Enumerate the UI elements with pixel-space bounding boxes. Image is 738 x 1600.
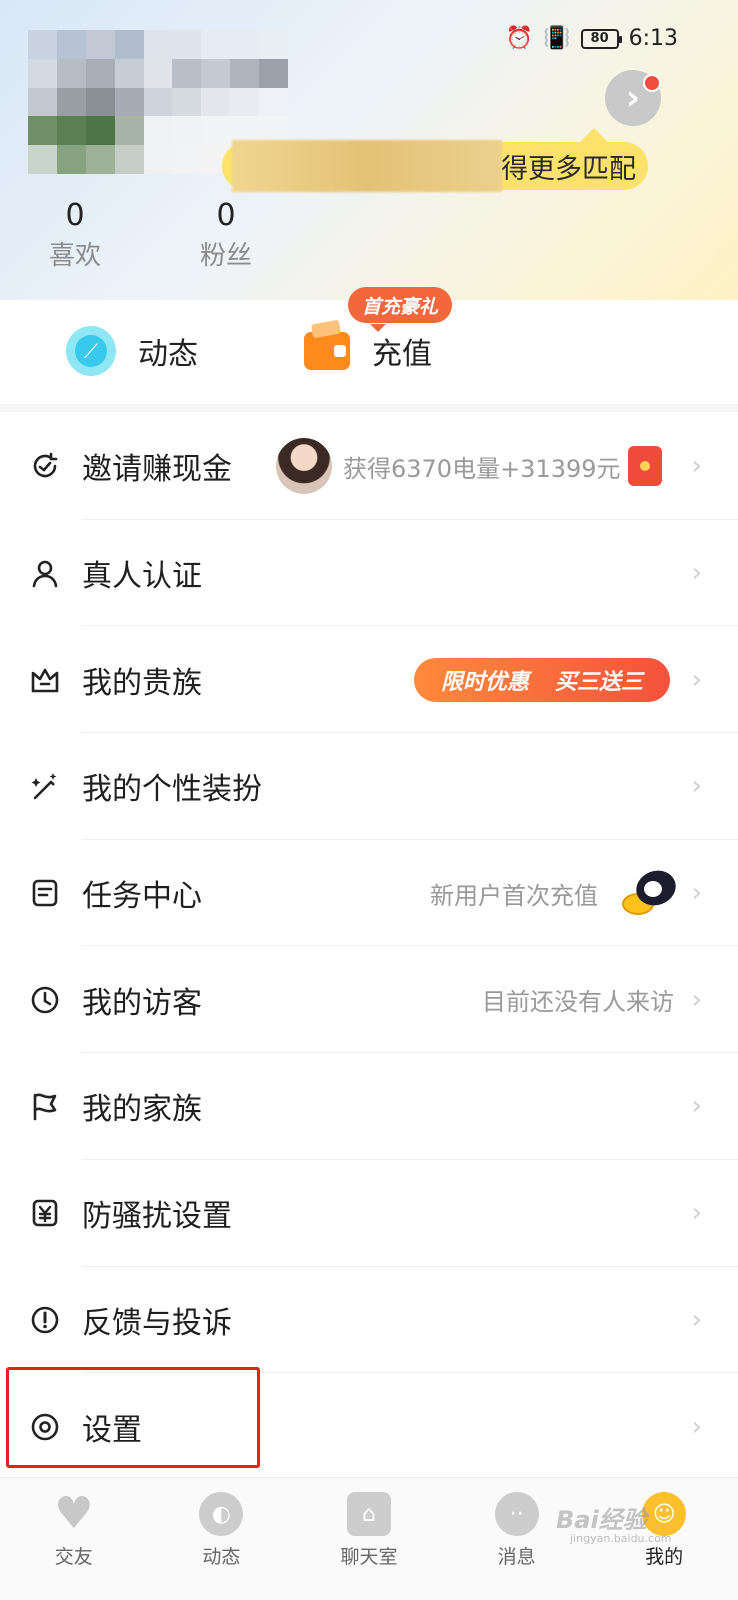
crown-icon xyxy=(28,663,62,697)
settings-menu: 邀请赚现金 获得6370电量+31399元 › 真人认证 › 我的贵族 限时优惠… xyxy=(0,413,738,1480)
watermark-logo: Bai经验 xyxy=(556,1506,647,1534)
clock-icon xyxy=(28,983,62,1017)
task-icon xyxy=(28,876,62,910)
menu-item-anti-harassment[interactable]: 防骚扰设置 › xyxy=(0,1160,738,1267)
moments-icon: ⟋ xyxy=(66,326,116,376)
menu-item-verification[interactable]: 真人认证 › xyxy=(0,520,738,627)
shield-yen-icon xyxy=(28,1196,62,1230)
menu-item-invite[interactable]: 邀请赚现金 获得6370电量+31399元 › xyxy=(0,413,738,520)
chevron-right-icon: › xyxy=(691,664,702,695)
stat-fans[interactable]: 0 粉丝 xyxy=(176,196,276,276)
person-icon xyxy=(28,556,62,590)
menu-item-tasks[interactable]: 任务中心 新用户首次充值 › xyxy=(0,840,738,947)
inviter-avatar xyxy=(276,438,332,495)
menu-item-nobility[interactable]: 我的贵族 限时优惠 买三送三 › xyxy=(0,626,738,733)
limited-offer-badge[interactable]: 限时优惠 买三送三 xyxy=(414,657,670,702)
chevron-right-icon: › xyxy=(691,984,702,1015)
magic-wand-icon xyxy=(28,769,62,803)
house-icon: ⌂ xyxy=(346,1492,391,1536)
tab-friends[interactable]: ♥ 交友 xyxy=(0,1478,148,1600)
tab-chatroom[interactable]: ⌂ 聊天室 xyxy=(295,1478,443,1600)
recharge-shortcut[interactable]: 充值 xyxy=(304,318,432,384)
menu-item-settings[interactable]: 设置 › xyxy=(0,1373,738,1480)
status-bar: ⏰ 📳 80 6:13 xyxy=(506,26,678,51)
chevron-right-icon: › xyxy=(691,1091,702,1122)
chevron-right-icon: › xyxy=(691,1304,702,1335)
battery-indicator: 80 xyxy=(580,28,622,49)
chevron-right-icon: › xyxy=(691,878,702,909)
chevron-right-icon: › xyxy=(625,78,640,118)
menu-item-decoration[interactable]: 我的个性装扮 › xyxy=(0,733,738,840)
blurred-username xyxy=(232,140,502,192)
penguin-coin-icon xyxy=(618,865,681,919)
chevron-right-icon: › xyxy=(691,1198,702,1229)
stat-likes[interactable]: 0 喜欢 xyxy=(25,196,125,276)
chevron-right-icon: › xyxy=(691,451,702,482)
chat-icon: ·· xyxy=(494,1492,539,1536)
planet-icon: ◐ xyxy=(199,1492,244,1536)
menu-item-feedback[interactable]: 反馈与投诉 › xyxy=(0,1267,738,1374)
exclamation-icon xyxy=(28,1303,62,1337)
flag-icon xyxy=(28,1089,62,1123)
settings-icon xyxy=(28,1410,62,1444)
moments-shortcut[interactable]: ⟋ 动态 xyxy=(66,318,198,384)
tab-messages[interactable]: ·· 消息 xyxy=(443,1478,591,1600)
chevron-right-icon: › xyxy=(691,558,702,589)
watermark-url: jingyan.baidu.com xyxy=(570,1532,672,1545)
status-time: 6:13 xyxy=(628,26,678,51)
profile-header: ⏰ 📳 80 6:13 得更多匹配 › 0 喜欢 0 粉丝 xyxy=(0,0,738,300)
tab-moments[interactable]: ◐ 动态 xyxy=(148,1478,296,1600)
chevron-right-icon: › xyxy=(691,771,702,802)
menu-item-family[interactable]: 我的家族 › xyxy=(0,1053,738,1160)
first-recharge-badge: 首充豪礼 xyxy=(348,287,453,332)
chevron-right-icon: › xyxy=(691,1411,702,1442)
wallet-icon xyxy=(304,332,350,370)
notification-dot xyxy=(643,74,661,92)
alarm-icon: ⏰ xyxy=(505,25,534,51)
vibrate-icon: 📳 xyxy=(543,25,571,51)
invite-icon xyxy=(28,449,62,483)
me-icon: ☺ xyxy=(642,1492,687,1536)
menu-item-visitors[interactable]: 我的访客 目前还没有人来访 › xyxy=(0,946,738,1053)
heart-icon: ♥ xyxy=(54,1488,94,1539)
section-divider xyxy=(0,404,738,412)
red-packet-icon xyxy=(628,446,662,487)
